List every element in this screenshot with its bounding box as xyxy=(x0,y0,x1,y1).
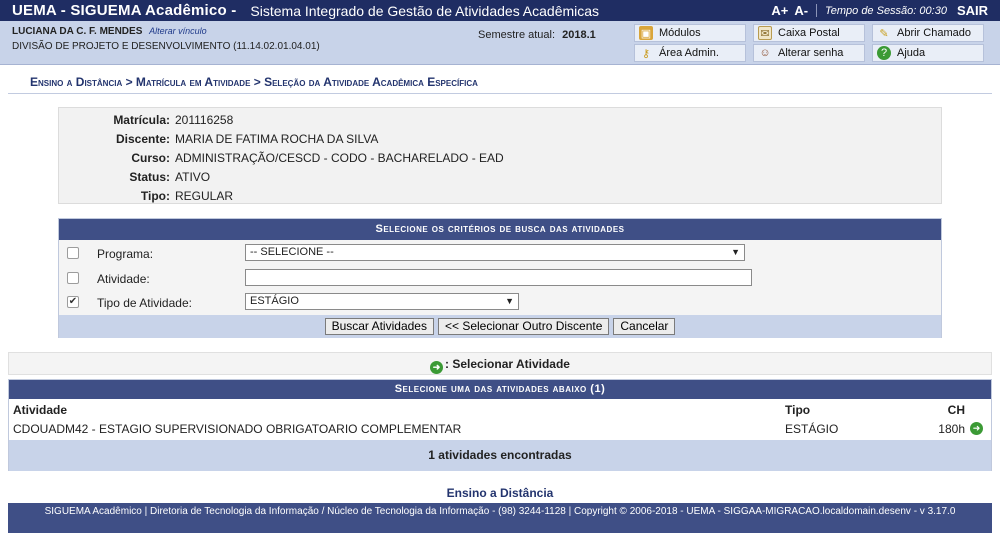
legend: ➜: Selecionar Atividade xyxy=(8,352,992,375)
font-increase-button[interactable]: A+ xyxy=(771,3,788,18)
tipo-atividade-row: ✔ Tipo de Atividade: ESTÁGIO ▼ xyxy=(59,291,941,313)
ajuda-button[interactable]: ? Ajuda xyxy=(872,44,984,62)
status-value: ATIVO xyxy=(175,170,211,184)
buscar-atividades-button[interactable]: Buscar Atividades xyxy=(324,318,434,335)
results-caption: Selecione uma das atividades abaixo (1) xyxy=(9,380,991,399)
divider xyxy=(8,93,992,94)
atividade-input[interactable] xyxy=(245,269,752,286)
footer: SIGUEMA Acadêmico | Diretoria de Tecnolo… xyxy=(8,503,992,533)
box-icon: ▣ xyxy=(639,26,653,40)
row-ch: 180h xyxy=(938,422,965,436)
help-icon: ? xyxy=(877,46,891,60)
user-icon: ☺ xyxy=(759,47,771,59)
programa-label: Programa: xyxy=(97,247,154,261)
modulos-button[interactable]: ▣ Módulos xyxy=(634,24,746,42)
search-form: Selecione os critérios de busca das ativ… xyxy=(58,218,942,338)
programa-row: Programa: -- SELECIONE -- ▼ xyxy=(59,242,941,264)
results-table: Selecione uma das atividades abaixo (1) … xyxy=(8,379,992,471)
font-decrease-button[interactable]: A- xyxy=(794,3,808,18)
caixa-postal-label: Caixa Postal xyxy=(778,27,840,39)
area-admin-button[interactable]: ⚷ Área Admin. xyxy=(634,44,746,62)
area-admin-label: Área Admin. xyxy=(659,47,719,59)
status-label: Status: xyxy=(129,170,170,184)
search-button-row: Buscar Atividades << Selecionar Outro Di… xyxy=(59,315,941,338)
tipo-atividade-checkbox[interactable]: ✔ xyxy=(67,296,79,308)
top-bar-right: A+ A- Tempo de Sessão: 00:30 SAIR xyxy=(765,3,1000,18)
semester-label: Semestre atual: xyxy=(478,29,556,41)
tipo-value: REGULAR xyxy=(175,189,234,203)
mail-icon: ✉ xyxy=(758,26,772,40)
row-tipo: ESTÁGIO xyxy=(785,422,839,436)
change-link[interactable]: Alterar vínculo xyxy=(149,26,207,36)
student-info-panel: Matrícula: 201116258 Discente: MARIA DE … xyxy=(58,107,942,204)
curso-label: Curso: xyxy=(131,151,170,165)
caixa-postal-button[interactable]: ✉ Caixa Postal xyxy=(753,24,865,42)
selecionar-outro-discente-button[interactable]: << Selecionar Outro Discente xyxy=(437,318,610,335)
semester-value: 2018.1 xyxy=(562,29,596,41)
table-header: Atividade Tipo CH xyxy=(9,400,991,419)
discente-value: MARIA DE FATIMA ROCHA DA SILVA xyxy=(175,132,379,146)
programa-select-value: -- SELECIONE -- xyxy=(250,246,334,258)
legend-text: : Selecionar Atividade xyxy=(445,357,570,371)
alterar-senha-button[interactable]: ☺ Alterar senha xyxy=(753,44,865,62)
modulos-label: Módulos xyxy=(659,27,701,39)
header-ch: CH xyxy=(947,403,965,417)
alterar-senha-label: Alterar senha xyxy=(778,47,844,59)
atividade-label: Atividade: xyxy=(97,272,150,286)
header-tipo: Tipo xyxy=(785,403,811,417)
tipo-label: Tipo: xyxy=(140,189,170,203)
system-name: UEMA - SIGUEMA Acadêmico - xyxy=(12,2,237,19)
discente-label: Discente: xyxy=(115,132,170,146)
user-name-text: LUCIANA DA C. F. MENDES xyxy=(12,26,143,37)
user-unit: DIVISÃO DE PROJETO E DESENVOLVIMENTO (11… xyxy=(12,41,320,52)
ajuda-label: Ajuda xyxy=(897,47,926,59)
chevron-down-icon: ▼ xyxy=(731,247,740,257)
breadcrumb: Ensino a Distância > Matrícula em Ativid… xyxy=(30,75,478,89)
broom-icon: ✎ xyxy=(879,27,889,40)
session-timer: Tempo de Sessão: 00:30 xyxy=(825,4,947,17)
tipo-atividade-label: Tipo de Atividade: xyxy=(97,296,192,310)
programa-checkbox[interactable] xyxy=(67,247,79,259)
header-atividade: Atividade xyxy=(13,403,68,417)
key-icon: ⚷ xyxy=(641,47,651,60)
semester-info: Semestre atual: 2018.1 xyxy=(478,29,596,41)
user-info-bar: LUCIANA DA C. F. MENDES Alterar vínculo … xyxy=(0,21,1000,65)
logout-button[interactable]: SAIR xyxy=(957,3,988,18)
atividade-checkbox[interactable] xyxy=(67,272,79,284)
curso-value: ADMINISTRAÇÃO/CESCD - CODO - BACHARELADO… xyxy=(175,151,504,165)
tipo-atividade-select[interactable]: ESTÁGIO ▼ xyxy=(245,293,519,310)
cancelar-button[interactable]: Cancelar xyxy=(613,318,676,335)
programa-select[interactable]: -- SELECIONE -- ▼ xyxy=(245,244,745,261)
select-activity-arrow-icon[interactable]: ➜ xyxy=(970,422,983,435)
chevron-down-icon: ▼ xyxy=(505,296,514,306)
table-row: CDOUADM42 - ESTAGIO SUPERVISIONADO OBRIG… xyxy=(9,419,991,438)
arrow-right-icon: ➜ xyxy=(430,361,444,374)
tipo-atividade-select-value: ESTÁGIO xyxy=(250,295,299,307)
top-bar: UEMA - SIGUEMA Acadêmico - Sistema Integ… xyxy=(0,0,1000,21)
atividade-row: Atividade: xyxy=(59,267,941,289)
search-form-caption: Selecione os critérios de busca das ativ… xyxy=(59,219,941,240)
abrir-chamado-button[interactable]: ✎ Abrir Chamado xyxy=(872,24,984,42)
system-description: Sistema Integrado de Gestão de Atividade… xyxy=(250,2,600,19)
divider xyxy=(816,4,818,17)
results-count: 1 atividades encontradas xyxy=(9,440,991,471)
footer-link[interactable]: Ensino a Distância xyxy=(0,486,1000,500)
user-name: LUCIANA DA C. F. MENDES Alterar vínculo xyxy=(12,26,207,37)
matricula-value: 201116258 xyxy=(175,113,234,127)
matricula-label: Matrícula: xyxy=(113,113,170,127)
row-atividade: CDOUADM42 - ESTAGIO SUPERVISIONADO OBRIG… xyxy=(13,422,462,436)
abrir-chamado-label: Abrir Chamado xyxy=(897,27,971,39)
